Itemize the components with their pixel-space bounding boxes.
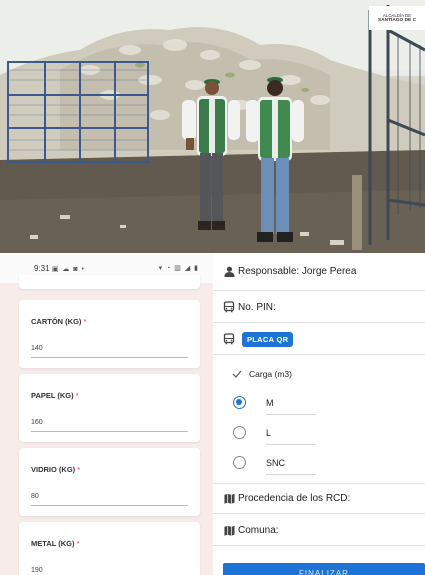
system-status-icons: ▾ ◔ ▥ ◢ ▮ [158,265,199,272]
required-asterisk: * [77,465,81,474]
screen: ALCALDÍA DE SANTIAGO DE C 9:31 ▣ ☁ ◙ • ▾… [0,0,425,575]
volume-icon [232,369,242,379]
metal-kg-input[interactable]: 190 [31,567,43,574]
pin-label: No. PIN: [238,301,276,313]
pin-row[interactable]: No. PIN: [213,292,425,323]
required-asterisk: * [76,539,80,548]
papel-kg-input[interactable]: 160 [31,419,43,426]
field-label: PAPEL (KG) * [31,391,79,400]
placa-row: PLACA QR [213,324,425,355]
option-underline [266,444,316,445]
field-card-carton[interactable]: CARTÓN (KG) * 140 [19,300,200,368]
field-card-papel[interactable]: PAPEL (KG) * 160 [19,374,200,442]
option-underline [266,474,316,475]
input-underline [31,431,188,432]
field-label: VIDRIO (KG) * [31,465,81,474]
site-photo: ALCALDÍA DE SANTIAGO DE C [0,0,425,253]
carton-kg-input[interactable]: 140 [31,345,43,352]
bus-icon [223,301,235,313]
radio-label: M [266,397,274,408]
responsable-text: Responsable: Jorge Perea [238,266,357,277]
radio-unselected[interactable] [233,426,246,439]
input-underline [31,357,188,358]
carga-label: Carga (m3) [249,369,292,379]
carga-label-row: Carga (m3) [232,369,292,379]
field-card-metal[interactable]: METAL (KG) * 190 [19,522,200,575]
field-label: METAL (KG) * [31,539,80,548]
city-logo: ALCALDÍA DE SANTIAGO DE C [369,6,425,30]
placa-qr-button[interactable]: PLACA QR [242,331,294,347]
logo-line-2: SANTIAGO DE C [377,18,417,23]
carga-option-l[interactable]: L [233,426,316,445]
radio-label: SNC [266,457,286,468]
procedencia-row[interactable]: Procedencia de los RCD: [213,483,425,514]
site-photo-illustration [0,0,425,253]
bus-icon [223,333,235,345]
finalizar-button[interactable]: FINALIZAR [223,563,425,575]
radio-unselected[interactable] [233,456,246,469]
carga-option-m[interactable]: M [233,396,316,415]
input-underline [31,505,188,506]
map-icon [223,524,235,536]
delivery-form-panel: Responsable: Jorge Perea No. PIN: PLACA … [213,253,425,575]
status-left: 9:31 ▣ ☁ ◙ • [34,264,85,273]
option-underline [266,414,316,415]
previous-field-card [19,275,200,289]
radio-selected[interactable] [233,396,246,409]
comuna-label: Comuna: [238,524,279,536]
radio-label: L [266,427,272,438]
required-asterisk: * [83,317,87,326]
map-icon [223,493,235,505]
field-card-vidrio[interactable]: VIDRIO (KG) * 80 [19,448,200,516]
vidrio-kg-input[interactable]: 80 [31,493,39,500]
field-label: CARTÓN (KG) * [31,317,87,326]
carga-option-snc[interactable]: SNC [233,456,316,475]
comuna-row[interactable]: Comuna: [213,515,425,546]
responsable-row: Responsable: Jorge Perea [213,253,425,291]
procedencia-label: Procedencia de los RCD: [238,493,351,504]
person-icon [223,266,235,278]
materials-form-panel: 9:31 ▣ ☁ ◙ • ▾ ◔ ▥ ◢ ▮ CARTÓN (KG) * 140… [0,253,213,575]
status-time: 9:31 [34,263,50,273]
notification-icons: ▣ ☁ ◙ • [51,265,85,273]
required-asterisk: * [75,391,79,400]
